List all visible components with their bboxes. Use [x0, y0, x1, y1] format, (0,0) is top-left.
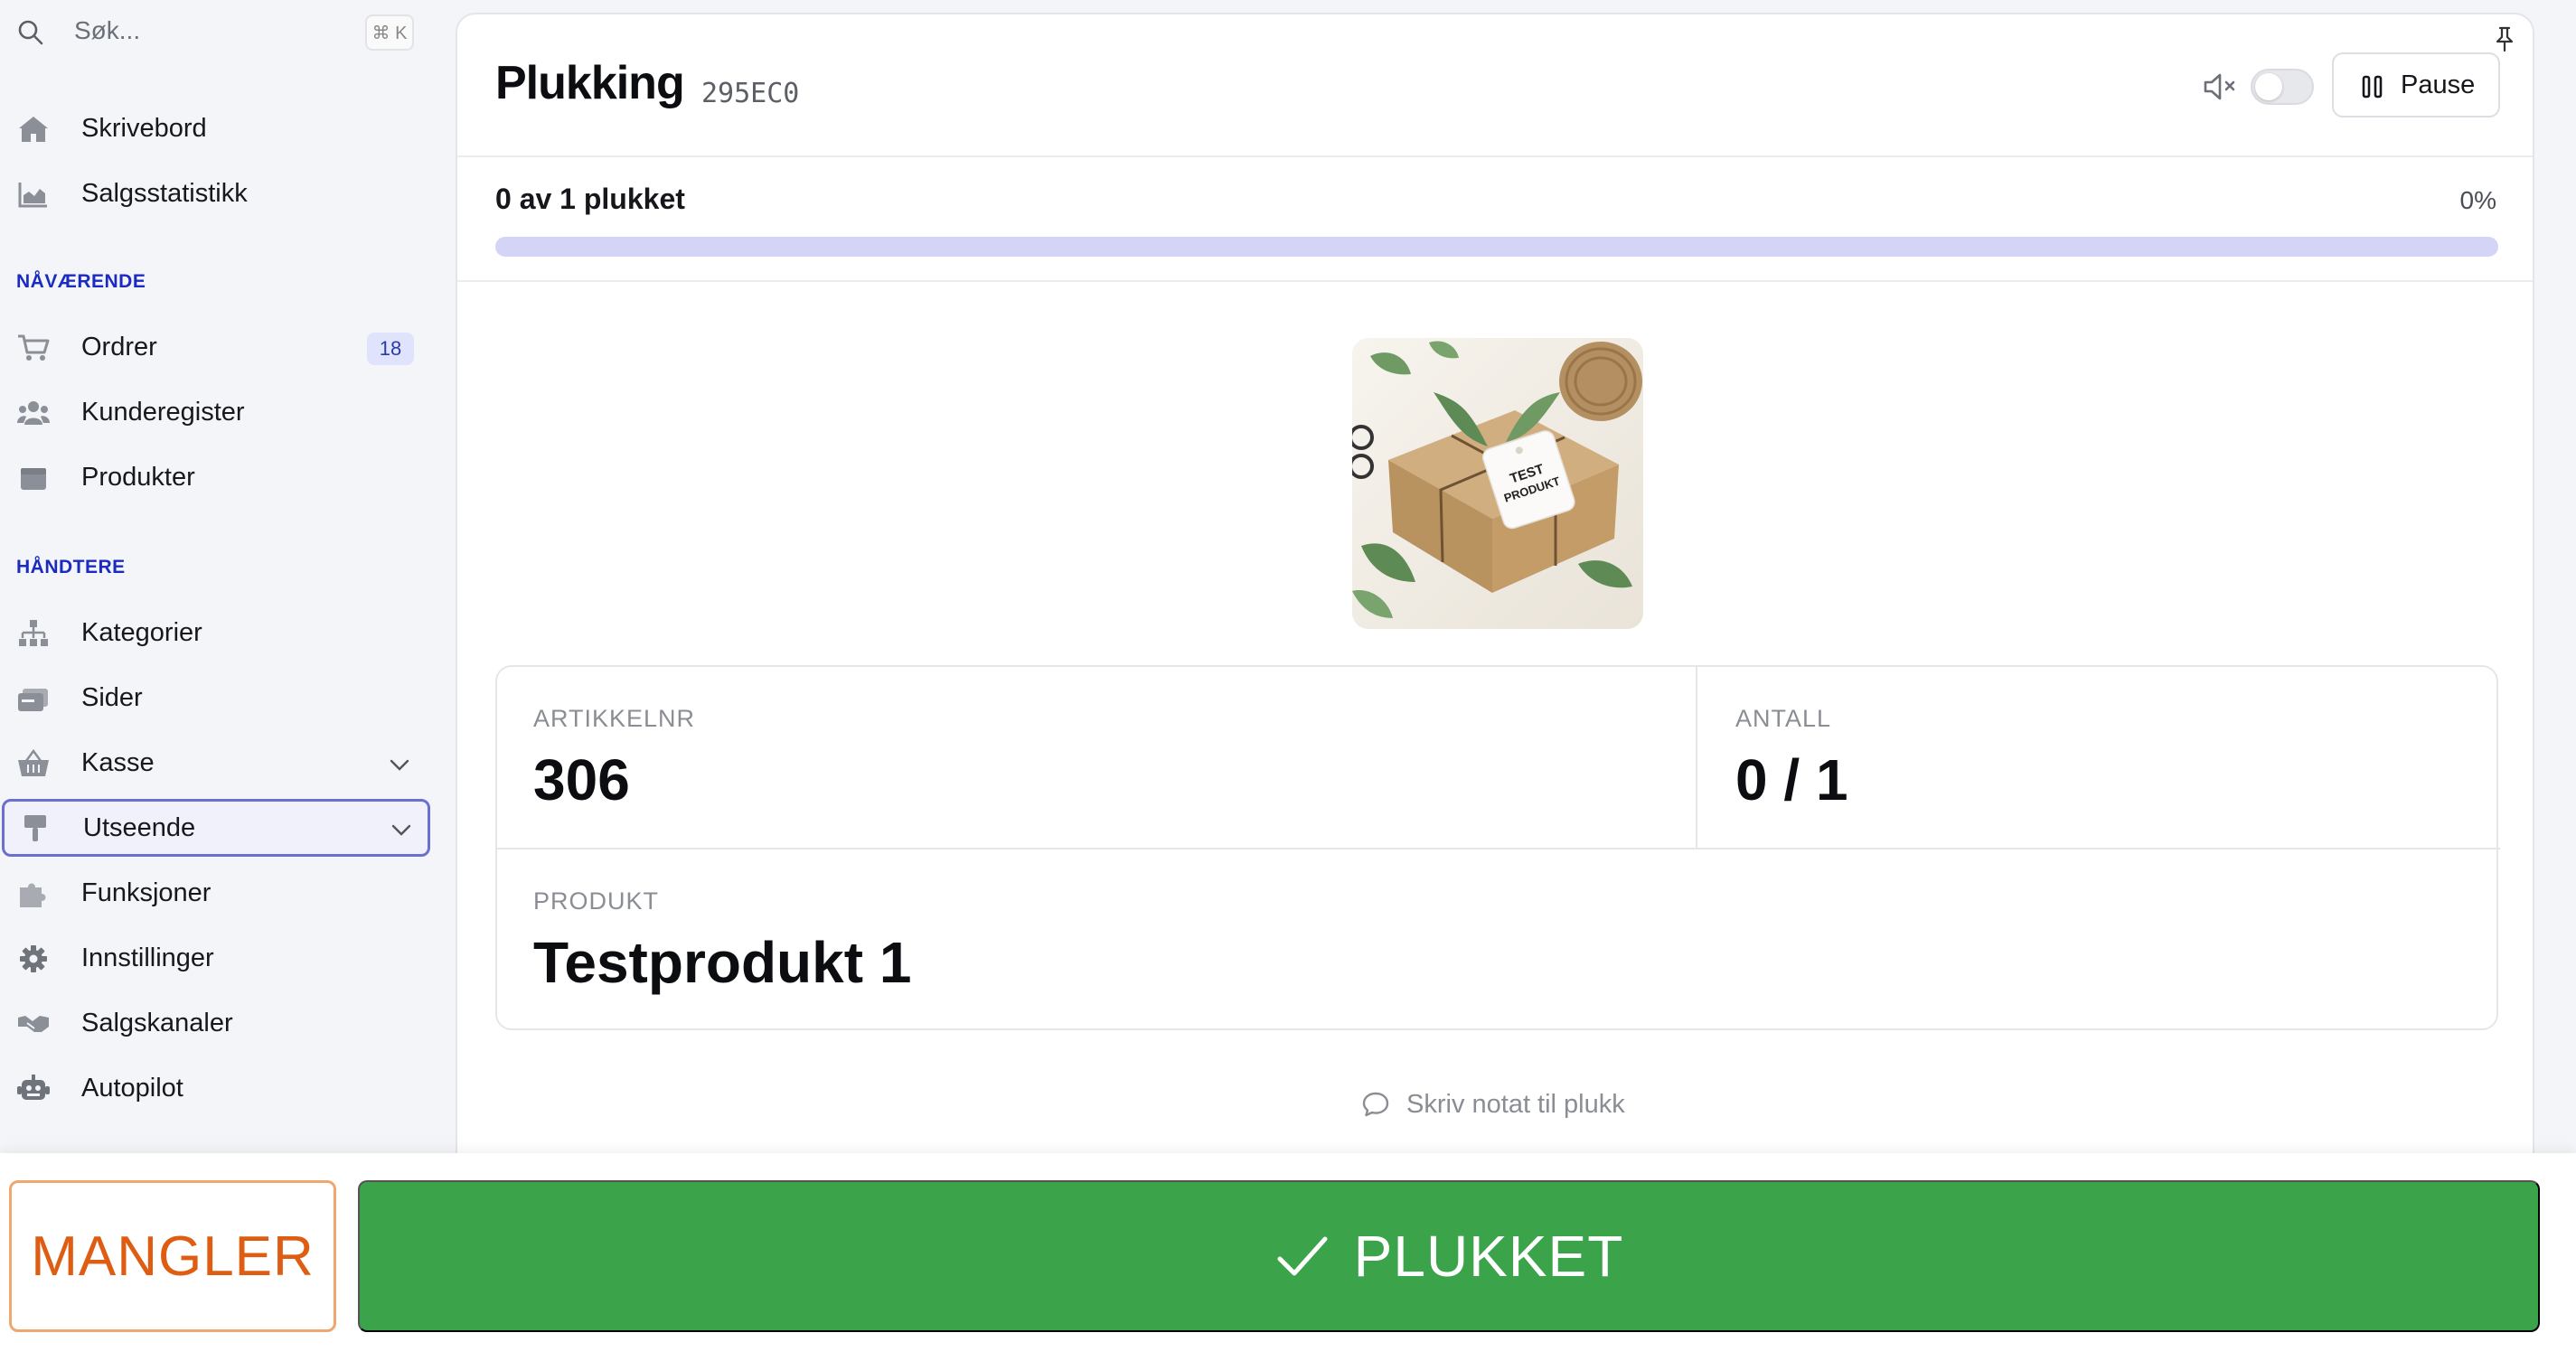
brush-icon	[24, 815, 46, 841]
sitemap-icon	[19, 620, 48, 646]
chevron-down-icon[interactable]	[387, 752, 412, 777]
sidebar-item-ordrer[interactable]: Ordrer 18	[0, 318, 430, 376]
search-bar[interactable]: Søk... ⌘ K	[0, 0, 434, 65]
sidebar-scroll-fade	[0, 1121, 226, 1157]
sidebar-item-label: Funksjoner	[81, 878, 212, 907]
sidebar-item-label: Salgskanaler	[81, 1008, 233, 1037]
product-name: Testprodukt 1	[533, 930, 912, 995]
sidebar-item-autopilot[interactable]: Autopilot	[0, 1059, 430, 1117]
box-icon	[21, 468, 46, 490]
chevron-down-icon[interactable]	[389, 817, 414, 842]
quantity-label: ANTALL	[1735, 705, 1832, 732]
search-icon	[18, 20, 43, 45]
search-input[interactable]: Søk...	[74, 16, 140, 45]
sidebar-item-label: Kunderegister	[81, 397, 245, 427]
picking-panel: Plukking 295EC0 Pause 0 av 1 plukket 0%	[456, 13, 2534, 1187]
chart-icon	[18, 183, 47, 208]
missing-button[interactable]: MANGLER	[9, 1180, 336, 1332]
pages-icon	[18, 689, 48, 711]
item-details-card: ARTIKKELNR 306 ANTALL 0 / 1 PRODUKT Test…	[495, 665, 2500, 1030]
robot-icon	[17, 1075, 50, 1100]
quantity-value: 0 / 1	[1735, 747, 1848, 812]
progress-percent: 0%	[2459, 186, 2496, 214]
section-label-current: NÅVÆRENDE	[16, 271, 146, 292]
progress-divider	[457, 280, 2533, 282]
article-number-label: ARTIKKELNR	[533, 705, 696, 732]
sidebar-item-innstillinger[interactable]: Innstillinger	[0, 929, 430, 987]
article-number-value: 306	[533, 747, 630, 812]
sidebar-item-produkter[interactable]: Produkter	[0, 448, 430, 506]
sound-toggle[interactable]	[2251, 69, 2314, 105]
search-shortcut-hint: ⌘ K	[365, 14, 414, 51]
users-icon	[17, 401, 50, 425]
orders-count-badge: 18	[367, 333, 414, 365]
toggle-knob	[2255, 73, 2282, 100]
handshake-icon	[18, 1016, 49, 1032]
progress-bar	[495, 237, 2498, 257]
sidebar-item-label: Kasse	[81, 747, 155, 777]
product-label: PRODUKT	[533, 887, 660, 915]
sidebar-item-label: Produkter	[81, 462, 195, 492]
pause-button[interactable]: Pause	[2332, 52, 2500, 117]
sidebar-item-kasse[interactable]: Kasse	[0, 734, 430, 792]
sidebar-item-label: Kategorier	[81, 617, 202, 647]
section-label-manage: HÅNDTERE	[16, 557, 126, 577]
order-code: 295EC0	[701, 78, 800, 109]
checkmark-icon	[1277, 1236, 1328, 1276]
sidebar-item-kategorier[interactable]: Kategorier	[0, 604, 430, 662]
basket-icon	[18, 748, 49, 776]
picked-label: PLUKKET	[1353, 1224, 1624, 1289]
sidebar-item-funksjoner[interactable]: Funksjoner	[0, 864, 430, 922]
card-divider-vertical	[1696, 667, 1697, 849]
note-label: Skriv notat til plukk	[1406, 1089, 1625, 1119]
sidebar-item-skrivebord[interactable]: Skrivebord	[0, 99, 430, 157]
picked-button[interactable]: PLUKKET	[358, 1180, 2540, 1332]
sidebar-item-label: Ordrer	[81, 332, 157, 361]
sidebar-item-kunderegister[interactable]: Kunderegister	[0, 383, 430, 441]
speech-bubble-icon	[1362, 1092, 1389, 1117]
header-divider	[457, 155, 2533, 157]
sidebar-item-salgsstatistikk[interactable]: Salgsstatistikk	[0, 164, 430, 222]
home-icon	[19, 117, 48, 142]
sidebar-item-sider[interactable]: Sider	[0, 669, 430, 727]
speaker-muted-icon[interactable]	[2202, 70, 2242, 103]
pause-icon	[2362, 75, 2383, 99]
puzzle-icon	[20, 883, 46, 907]
sidebar-item-salgskanaler[interactable]: Salgskanaler	[0, 994, 430, 1052]
pause-label: Pause	[2401, 70, 2476, 99]
sidebar-item-label: Sider	[81, 682, 143, 712]
action-bar: MANGLER PLUKKET	[0, 1153, 2576, 1361]
sidebar-item-utseende[interactable]: Utseende	[2, 799, 430, 857]
cart-icon	[18, 334, 50, 361]
gear-icon	[20, 945, 47, 972]
sidebar-item-label: Autopilot	[81, 1073, 183, 1103]
sidebar-item-label: Utseende	[83, 812, 196, 842]
pin-icon[interactable]	[2493, 25, 2516, 52]
sidebar-item-label: Skrivebord	[81, 113, 207, 143]
page-title: Plukking	[495, 57, 685, 109]
progress-text: 0 av 1 plukket	[495, 183, 685, 215]
product-photo: TEST PRODUKT	[1352, 338, 1643, 629]
missing-label: MANGLER	[31, 1225, 315, 1288]
sidebar-item-label: Innstillinger	[81, 943, 214, 972]
card-divider-horizontal	[497, 848, 2500, 849]
sidebar-item-label: Salgsstatistikk	[81, 178, 248, 208]
write-note-button[interactable]: Skriv notat til plukk	[1361, 1086, 1625, 1122]
product-image: TEST PRODUKT	[1352, 338, 1643, 629]
